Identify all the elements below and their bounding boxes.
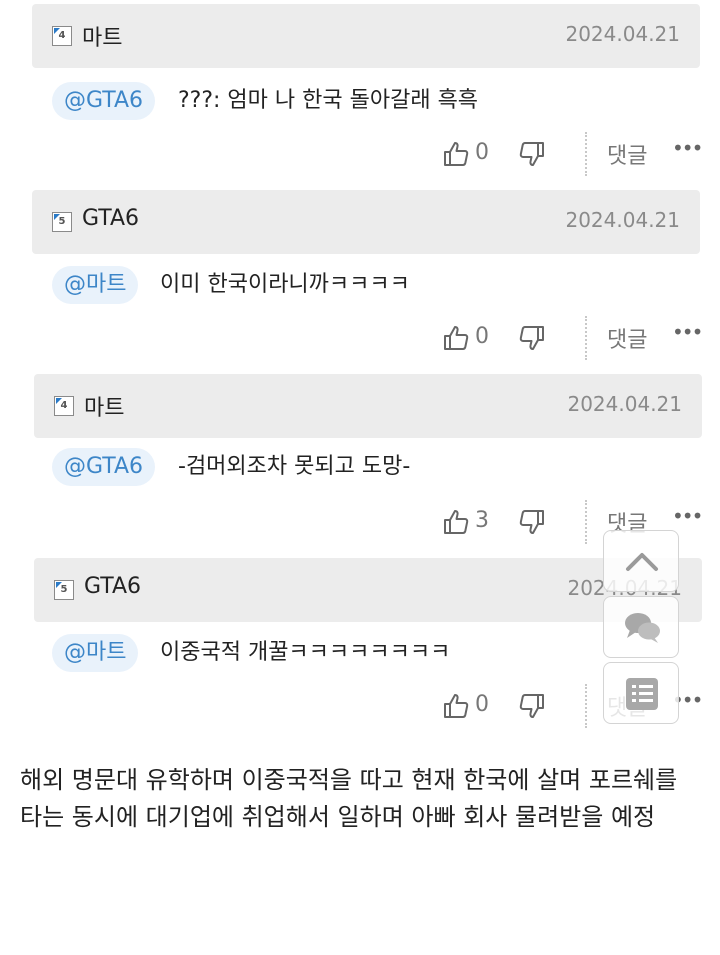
scroll-top-button[interactable] [603, 530, 679, 592]
thumbs-up-icon[interactable] [442, 324, 470, 352]
comments-button[interactable] [603, 596, 679, 658]
reply-button[interactable]: 댓글 [607, 322, 647, 354]
comment-text: 이중국적 개꿀ㅋㅋㅋㅋㅋㅋㅋㅋ [160, 640, 451, 665]
action-divider [585, 316, 587, 360]
level-badge-icon: 4 [54, 396, 74, 416]
comment-header: 4 마트 2024.04.21 [34, 374, 702, 438]
comment-nickname[interactable]: GTA6 [82, 206, 139, 231]
comment-nickname[interactable]: GTA6 [84, 574, 141, 599]
more-options-icon[interactable]: ••• [672, 504, 703, 528]
thumbs-up-icon[interactable] [442, 140, 470, 168]
comment-text: -검머외조차 못되고 도망- [178, 454, 411, 479]
action-divider [585, 132, 587, 176]
like-count: 0 [475, 692, 489, 717]
comment-date: 2024.04.21 [565, 22, 680, 46]
chevron-up-icon [626, 553, 658, 571]
list-button[interactable] [603, 662, 679, 724]
like-count: 3 [475, 508, 489, 533]
comment-header: 5 GTA6 2024.04.21 [34, 558, 702, 622]
comment-header: 5 GTA6 2024.04.21 [32, 190, 700, 254]
level-badge-icon: 5 [52, 212, 72, 232]
comment-nickname[interactable]: 마트 [84, 390, 124, 422]
action-divider [585, 500, 587, 544]
thumbs-down-icon[interactable] [518, 508, 546, 536]
comment-mention[interactable]: @마트 [52, 634, 139, 672]
thumbs-up-icon[interactable] [442, 508, 470, 536]
caption-text: 해외 명문대 유학하며 이중국적을 따고 현재 한국에 살며 포르쉐를 타는 동… [20, 766, 678, 831]
like-count: 0 [475, 324, 489, 349]
comment-text: 이미 한국이라니까ㅋㅋㅋㅋ [160, 272, 410, 297]
comment-date: 2024.04.21 [567, 392, 682, 416]
thumbs-down-icon[interactable] [518, 140, 546, 168]
thumbs-up-icon[interactable] [442, 692, 470, 720]
comment-mention[interactable]: @GTA6 [52, 82, 156, 120]
reply-button[interactable]: 댓글 [607, 138, 647, 170]
action-divider [585, 684, 587, 728]
comment-actions: 0 댓글 ••• [0, 316, 720, 360]
chat-bubbles-icon [625, 613, 660, 643]
more-options-icon[interactable]: ••• [672, 320, 703, 344]
comment-header: 4 마트 2024.04.21 [32, 4, 700, 68]
level-badge-icon: 4 [52, 26, 72, 46]
comment-mention[interactable]: @GTA6 [52, 448, 156, 486]
comment-actions: 0 댓글 ••• [0, 132, 720, 176]
like-count: 0 [475, 140, 489, 165]
comment-mention[interactable]: @마트 [52, 266, 139, 304]
more-options-icon[interactable]: ••• [672, 136, 703, 160]
level-badge-icon: 5 [54, 580, 74, 600]
comment-nickname[interactable]: 마트 [82, 20, 122, 52]
thumbs-down-icon[interactable] [518, 324, 546, 352]
thumbs-down-icon[interactable] [518, 692, 546, 720]
comment-date: 2024.04.21 [565, 208, 680, 232]
list-icon [626, 678, 658, 710]
comment-text: ???: 엄마 나 한국 돌아갈래 흑흑 [178, 88, 479, 113]
